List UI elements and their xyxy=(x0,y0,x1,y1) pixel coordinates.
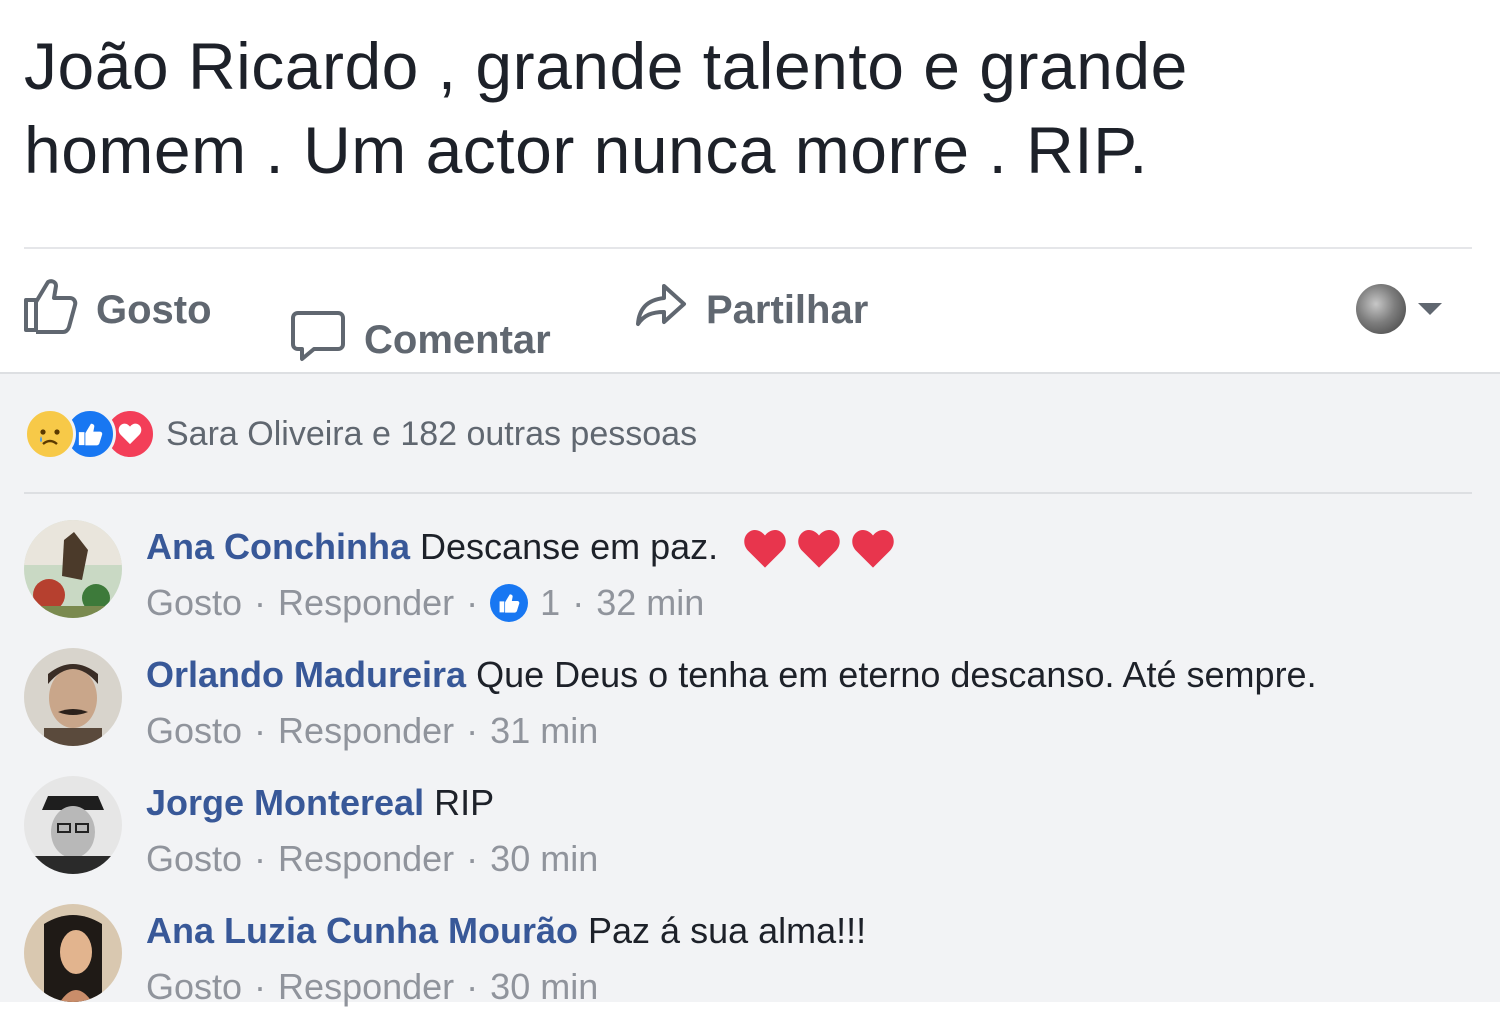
like-label: Gosto xyxy=(96,287,212,332)
comment-timestamp[interactable]: 30 min xyxy=(490,838,598,880)
comment-text: Descanse em paz. xyxy=(420,526,719,567)
comment-author[interactable]: Orlando Madureira xyxy=(146,654,466,695)
share-button[interactable]: Partilhar xyxy=(632,280,868,340)
comment-item: Jorge Montereal RIP Gosto · Responder · … xyxy=(24,776,1474,896)
comment-meta: Gosto · Responder · 31 min xyxy=(146,710,598,752)
chevron-down-icon xyxy=(1418,303,1442,315)
comment-like-link[interactable]: Gosto xyxy=(146,710,242,752)
divider xyxy=(24,247,1472,249)
comment-reply-link[interactable]: Responder xyxy=(278,710,454,752)
avatar[interactable] xyxy=(24,520,122,618)
comment-text: RIP xyxy=(434,782,495,823)
comment-like-link[interactable]: Gosto xyxy=(146,966,242,1008)
comment-author[interactable]: Ana Luzia Cunha Mourão xyxy=(146,910,578,951)
comment-timestamp[interactable]: 31 min xyxy=(490,710,598,752)
share-label: Partilhar xyxy=(706,287,869,332)
separator: · xyxy=(466,710,479,751)
like-button[interactable]: Gosto xyxy=(22,279,212,340)
like-count-icon[interactable] xyxy=(490,584,529,622)
separator: · xyxy=(254,710,267,751)
comment-text: Paz á sua alma!!! xyxy=(588,910,867,951)
separator: · xyxy=(466,966,479,1007)
comment-timestamp[interactable]: 30 min xyxy=(490,966,598,1008)
separator: · xyxy=(254,582,267,623)
separator: · xyxy=(466,582,479,623)
comment-reply-link[interactable]: Responder xyxy=(278,838,454,880)
comment-author[interactable]: Ana Conchinha xyxy=(146,526,410,567)
comment-meta: Gosto · Responder · 1 · 32 min xyxy=(146,582,704,624)
comment-author[interactable]: Jorge Montereal xyxy=(146,782,424,823)
comment-meta: Gosto · Responder · 30 min xyxy=(146,966,598,1008)
heart-icon xyxy=(798,530,840,569)
comment-body: Orlando Madureira Que Deus o tenha em et… xyxy=(146,654,1317,696)
avatar[interactable] xyxy=(24,776,122,874)
comment-like-link[interactable]: Gosto xyxy=(146,838,242,880)
comment-item: Ana Conchinha Descanse em paz. Gosto · R… xyxy=(24,520,1474,640)
heart-icon xyxy=(744,530,786,569)
comment-body: Ana Luzia Cunha Mourão Paz á sua alma!!! xyxy=(146,910,866,952)
comment-meta: Gosto · Responder · 30 min xyxy=(146,838,598,880)
heart-icon xyxy=(852,530,894,569)
separator: · xyxy=(254,966,267,1007)
comments-section: Sara Oliveira e 182 outras pessoas Ana C… xyxy=(0,372,1500,1007)
comment-like-link[interactable]: Gosto xyxy=(146,582,242,624)
comment-timestamp[interactable]: 32 min xyxy=(596,582,704,624)
thumbs-up-icon xyxy=(22,276,96,344)
comment-text: Que Deus o tenha em eterno descanso. Até… xyxy=(476,654,1317,695)
comment-item: Ana Luzia Cunha Mourão Paz á sua alma!!!… xyxy=(24,904,1474,1024)
share-arrow-icon xyxy=(632,280,706,340)
comment-reply-link[interactable]: Responder xyxy=(278,966,454,1008)
comment-item: Orlando Madureira Que Deus o tenha em et… xyxy=(24,648,1474,768)
divider xyxy=(24,492,1472,494)
reactions-summary[interactable]: Sara Oliveira e 182 outras pessoas xyxy=(24,402,697,466)
viewer-avatar xyxy=(1356,284,1406,334)
comment-reply-link[interactable]: Responder xyxy=(278,582,454,624)
separator: · xyxy=(466,838,479,879)
reactions-text[interactable]: Sara Oliveira e 182 outras pessoas xyxy=(166,415,697,454)
separator: · xyxy=(572,582,585,623)
separator: · xyxy=(254,838,267,879)
comment-body: Ana Conchinha Descanse em paz. xyxy=(146,526,902,571)
comment-label: Comentar xyxy=(364,317,551,362)
post-as-selector[interactable] xyxy=(1356,284,1442,334)
avatar[interactable] xyxy=(24,648,122,746)
post-text: João Ricardo , grande talento e grande h… xyxy=(24,29,1188,187)
like-count[interactable]: 1 xyxy=(540,582,560,624)
avatar[interactable] xyxy=(24,904,122,1002)
comment-body: Jorge Montereal RIP xyxy=(146,782,494,824)
hearts-emoji xyxy=(740,527,902,571)
speech-bubble-icon xyxy=(290,307,364,373)
sad-reaction-icon xyxy=(24,408,76,460)
post-actions-bar: Gosto Comentar Partilhar xyxy=(0,250,1500,372)
